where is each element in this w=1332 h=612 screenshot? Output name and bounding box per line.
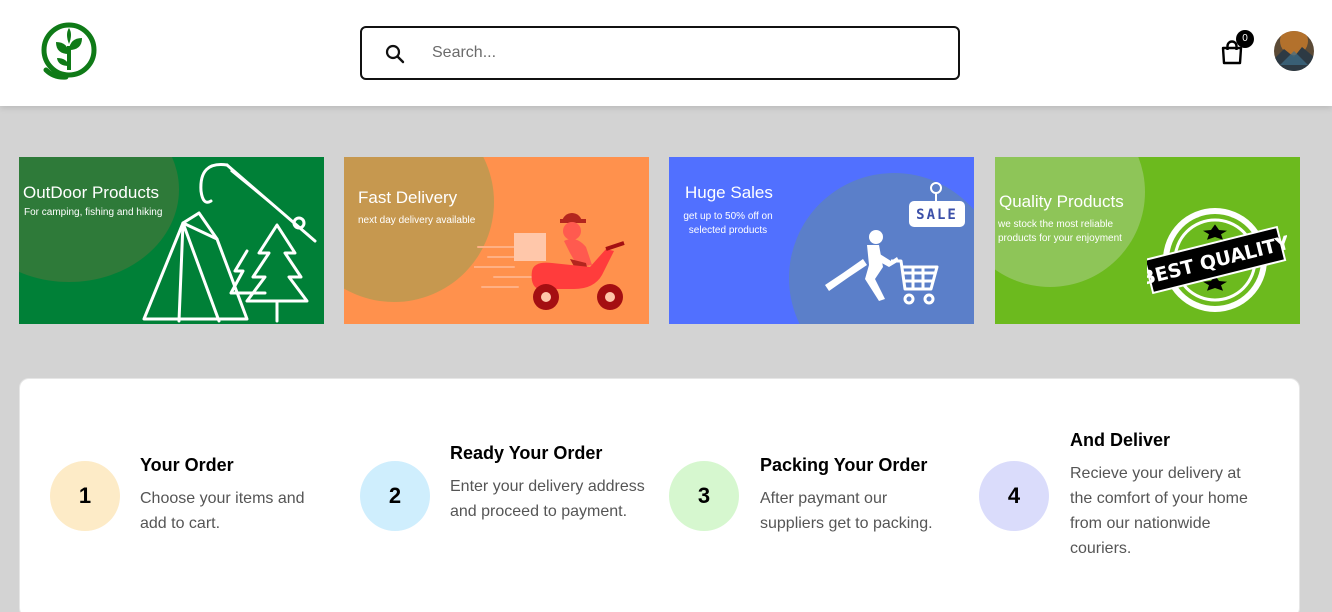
step-description: Choose your items and add to cart.	[140, 490, 305, 532]
step-description: Recieve your delivery at the comfort of …	[1070, 465, 1248, 557]
banner-title: Quality Products	[999, 192, 1124, 211]
banner-fast-delivery[interactable]: Fast Delivery next day delivery availabl…	[344, 157, 649, 324]
step-title: Your Order	[140, 455, 234, 475]
sale-tag-label: SALE	[916, 207, 958, 223]
search-icon[interactable]	[384, 43, 406, 65]
banner-title: Fast Delivery	[358, 188, 458, 207]
step-title: Ready Your Order	[450, 443, 603, 463]
user-avatar[interactable]	[1274, 31, 1314, 71]
banner-title: Huge Sales	[685, 183, 773, 202]
step-number-badge: 3	[669, 461, 739, 531]
banner-subtitle: we stock the most reliable products for …	[998, 219, 1122, 244]
banner-outdoor-products[interactable]: OutDoor Products For camping, fishing an…	[19, 157, 324, 324]
shopper-cart-sale-icon: SALE	[825, 182, 965, 305]
search-bar[interactable]	[360, 26, 960, 80]
best-quality-stamp-icon: BEST QUALITY	[1147, 208, 1287, 312]
tent-fishing-rod-tree-icon	[142, 163, 317, 323]
banner-subtitle: get up to 50% off on selected products	[683, 211, 773, 236]
banner-huge-sales[interactable]: Huge Sales get up to 50% off on selected…	[669, 157, 974, 324]
delivery-scooter-icon	[474, 213, 625, 310]
banner-quality-products[interactable]: Quality Products we stock the most relia…	[995, 157, 1300, 324]
step-number-badge: 1	[50, 461, 120, 531]
step-number-badge: 2	[360, 461, 430, 531]
step-description: Enter your delivery address and proceed …	[450, 478, 645, 520]
step-number-badge: 4	[979, 461, 1049, 531]
top-header: 0	[0, 0, 1332, 106]
banner-blob	[344, 157, 494, 302]
sprout-leaf-logo-icon[interactable]	[38, 20, 100, 82]
step-description: After paymant our suppliers get to packi…	[760, 490, 933, 532]
step-title: Packing Your Order	[760, 455, 928, 475]
order-steps-panel: 1 Your Order Choose your items and add t…	[19, 378, 1300, 612]
step-title: And Deliver	[1070, 430, 1171, 450]
cart-count-badge: 0	[1236, 30, 1254, 48]
search-input[interactable]	[432, 40, 932, 66]
